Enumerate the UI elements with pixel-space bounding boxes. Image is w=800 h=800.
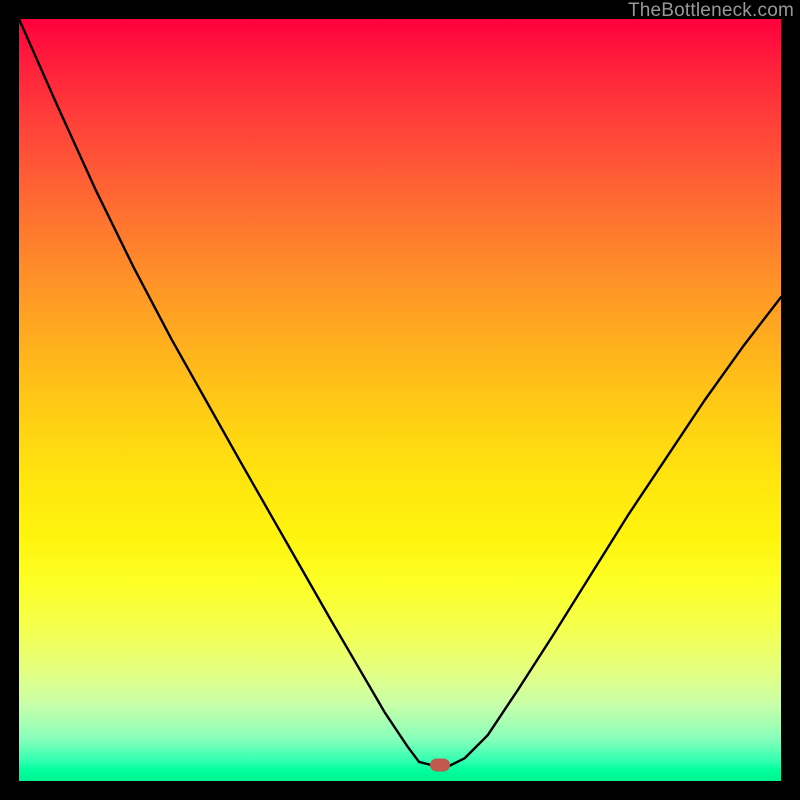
- chart-svg: [19, 19, 781, 781]
- chart-container: TheBottleneck.com: [0, 0, 800, 800]
- watermark-label: TheBottleneck.com: [628, 0, 794, 22]
- curve-minimum-marker: [430, 758, 450, 771]
- bottleneck-curve-line: [19, 19, 781, 766]
